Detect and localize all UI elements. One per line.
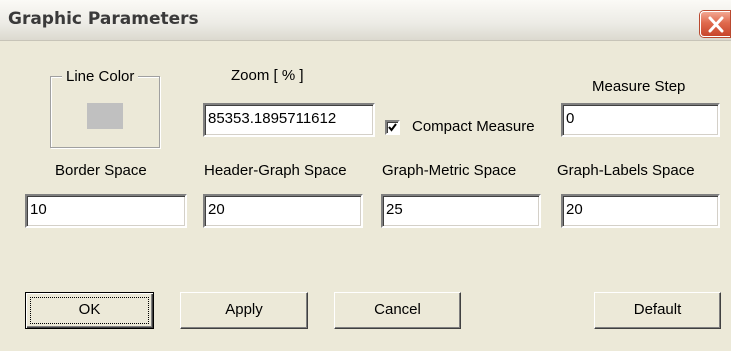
ok-button[interactable]: OK [25,292,154,329]
focus-indicator [30,297,149,324]
graph-labels-space-label: Graph-Labels Space [557,162,695,179]
default-button[interactable]: Default [594,292,721,329]
zoom-input[interactable]: 85353.1895711612 [203,103,375,137]
apply-button-label: Apply [225,301,263,318]
header-graph-space-label: Header-Graph Space [204,162,347,179]
graph-metric-space-label: Graph-Metric Space [382,162,517,179]
line-color-swatch[interactable] [87,103,123,129]
default-button-label: Default [633,301,682,318]
header-graph-space-input[interactable]: 20 [203,194,363,228]
graph-metric-space-input[interactable]: 25 [381,194,541,228]
apply-button[interactable]: Apply [180,292,308,329]
measure-step-input[interactable]: 0 [561,103,720,137]
close-icon [708,16,724,33]
title-bar[interactable]: Graphic Parameters [0,0,731,41]
close-button[interactable] [700,11,730,37]
zoom-label: Zoom [ % ] [231,67,304,84]
compact-measure-checkbox[interactable] [385,120,400,135]
checkmark-icon [388,123,397,132]
measure-step-label: Measure Step [592,78,686,95]
line-color-label: Line Color [62,68,139,85]
border-space-label: Border Space [55,162,147,179]
cancel-button-label: Cancel [374,301,421,318]
graph-labels-space-input[interactable]: 20 [561,194,720,228]
border-space-input[interactable]: 10 [25,194,187,228]
dialog-client-area: Line Color Zoom [ % ] 85353.1895711612 C… [0,41,731,351]
window-title: Graphic Parameters [8,9,199,29]
cancel-button[interactable]: Cancel [334,292,461,329]
compact-measure-label: Compact Measure [412,118,535,135]
